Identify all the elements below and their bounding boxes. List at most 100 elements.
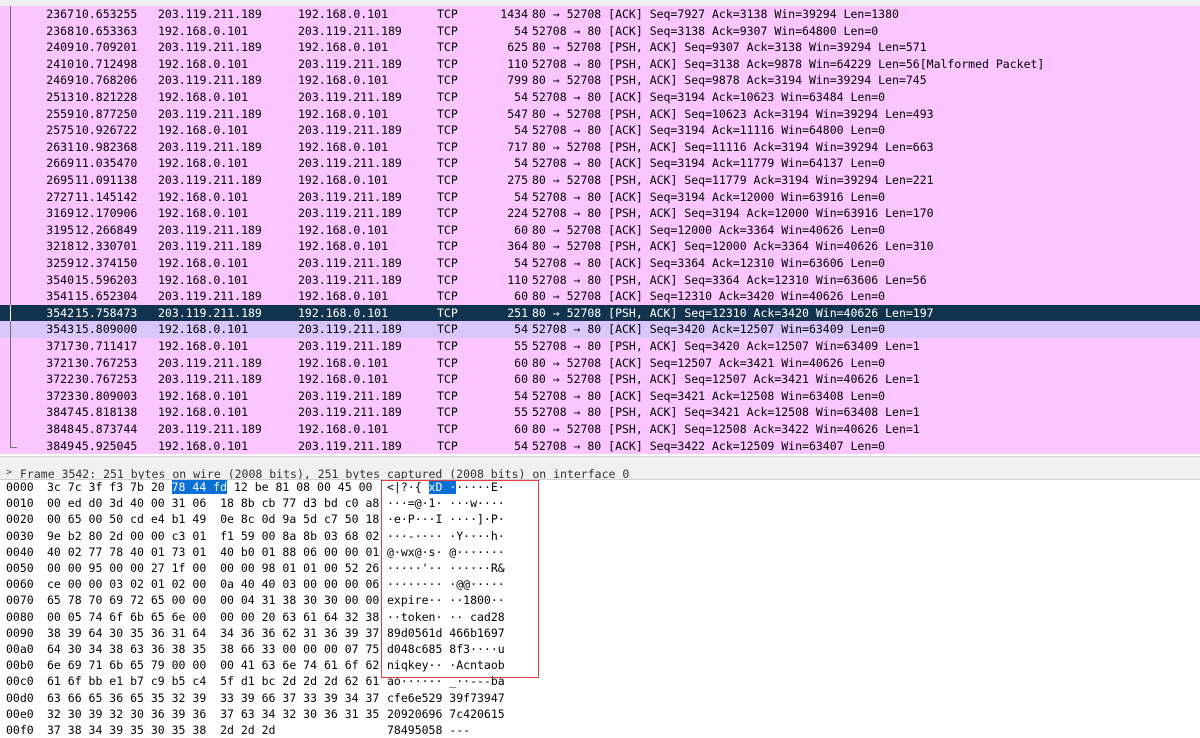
packet-source: 192.168.0.101 — [158, 156, 249, 171]
hex-bytes[interactable]: 00 05 74 6f 6b 65 6e 00 00 00 20 63 61 6… — [47, 609, 379, 625]
packet-info: 52708 → 80 [PSH, ACK] Seq=3364 Ack=12310… — [532, 272, 927, 287]
packet-destination: 192.168.0.101 — [298, 372, 389, 387]
packet-info: 80 → 52708 [PSH, ACK] Seq=9878 Ack=3194 … — [532, 73, 927, 88]
packet-destination: 203.119.211.189 — [298, 206, 402, 221]
ascii-bytes[interactable]: 20920696 7c420615 — [387, 706, 547, 722]
packet-destination: 203.119.211.189 — [298, 322, 402, 337]
packet-row[interactable]: 3259 12.374150 192.168.0.101 203.119.211.18… — [0, 255, 1200, 272]
packet-number: 2409 — [46, 40, 74, 55]
packet-length: 224 — [507, 206, 528, 221]
packet-info: 80 → 52708 [PSH, ACK] Seq=12507 Ack=3421… — [532, 372, 920, 387]
hex-bytes[interactable]: 37 38 34 39 35 30 35 38 2d 2d 2d — [47, 722, 367, 738]
packet-protocol: TCP — [437, 388, 458, 403]
packet-row[interactable]: 3218 12.330701 203.119.211.189 192.168.0.10… — [0, 238, 1200, 255]
packet-length: 54 — [514, 322, 528, 337]
hex-bytes[interactable]: 40 02 77 78 40 01 73 01 40 b0 01 88 06 0… — [47, 544, 379, 560]
packet-row[interactable]: 2575 10.926722 192.168.0.101 203.119.211.18… — [0, 122, 1200, 139]
packet-time: 10.768206 — [75, 73, 138, 88]
packet-row[interactable]: 2367 10.653255 203.119.211.189 192.168.0.10… — [0, 6, 1200, 23]
packet-time: 12.374150 — [75, 256, 138, 270]
packet-time: 10.982368 — [75, 139, 138, 154]
packet-row[interactable]: 3717 30.711417 192.168.0.101 203.119.211.18… — [0, 338, 1200, 355]
byte-offset: 0060 — [6, 577, 34, 592]
hex-bytes[interactable]: ce 00 00 03 02 01 02 00 0a 40 40 03 00 0… — [47, 576, 379, 592]
packet-time: 12.170906 — [75, 206, 138, 221]
packet-source: 203.119.211.189 — [158, 422, 262, 436]
packet-destination: 203.119.211.189 — [298, 90, 402, 104]
packet-destination: 203.119.211.189 — [298, 156, 402, 171]
ascii-bytes[interactable]: 78495058 --- — [387, 722, 547, 738]
packet-number: 3849 — [46, 438, 74, 453]
packet-row[interactable]: 3722 30.767253 203.119.211.189 192.168.0.10… — [0, 371, 1200, 388]
packet-row[interactable]: 3543 15.809000 192.168.0.101 203.119.211.18… — [0, 321, 1200, 338]
packet-row[interactable]: 2469 10.768206 203.119.211.189 192.168.0.10… — [0, 72, 1200, 89]
hex-bytes[interactable]: 38 39 64 30 35 36 31 64 34 36 36 62 31 3… — [47, 625, 379, 641]
packet-row[interactable]: 2559 10.877250 203.119.211.189 192.168.0.10… — [0, 105, 1200, 123]
packet-row[interactable]: 2409 10.709201 203.119.211.189 192.168.0.10… — [0, 39, 1200, 56]
packet-source: 192.168.0.101 — [158, 272, 249, 287]
packet-info: 80 → 52708 [ACK] Seq=12000 Ack=3364 Win=… — [532, 222, 886, 237]
packet-row[interactable]: 2631 10.982368 203.119.211.189 192.168.0.10… — [0, 138, 1200, 156]
packet-destination: 192.168.0.101 — [298, 73, 389, 88]
packet-time: 10.653363 — [75, 23, 138, 38]
byte-offset: 0080 — [6, 609, 34, 624]
packet-protocol: TCP — [437, 23, 458, 38]
byte-offset: 0040 — [6, 544, 34, 559]
packet-row[interactable]: 2513 10.821228 192.168.0.101 203.119.211.18… — [0, 89, 1200, 106]
packet-list[interactable]: 2367 10.653255 203.119.211.189 192.168.0.10… — [0, 0, 1200, 456]
hex-bytes[interactable]: 00 65 00 50 cd e4 b1 49 0e 8c 0d 9a 5d c… — [47, 511, 379, 527]
hex-bytes[interactable]: 65 78 70 69 72 65 00 00 00 04 31 38 30 3… — [47, 592, 379, 608]
expand-arrow-icon[interactable]: > — [6, 467, 12, 478]
ascii-bytes[interactable]: cfe6e529 39f73947 — [387, 690, 547, 706]
packet-protocol: TCP — [437, 239, 458, 254]
hex-bytes[interactable]: 64 30 34 38 63 36 38 35 38 66 33 00 00 0… — [47, 641, 379, 657]
hex-bytes[interactable]: 9e b2 80 2d 00 00 c3 01 f1 59 00 8a 8b 0… — [47, 528, 379, 544]
packet-destination: 192.168.0.101 — [298, 222, 389, 237]
hex-bytes[interactable]: 61 6f bb e1 b7 c9 b5 c4 5f d1 bc 2d 2d 2… — [47, 673, 379, 689]
packet-source: 203.119.211.189 — [158, 222, 262, 237]
packet-row[interactable]: 2368 10.653363 192.168.0.101 203.119.211.18… — [0, 22, 1200, 40]
packet-row[interactable]: 2695 11.091138 203.119.211.189 192.168.0.10… — [0, 172, 1200, 189]
packet-protocol: TCP — [437, 355, 458, 370]
hex-bytes[interactable]: 00 ed d0 3d 40 00 31 06 18 8b cb 77 d3 b… — [47, 495, 379, 511]
packet-row[interactable]: 3542 15.758473 203.119.211.189 192.168.0.10… — [0, 304, 1200, 322]
hex-bytes[interactable]: 3c 7c 3f f3 7b 20 78 44 fd 12 be 81 08 0… — [47, 479, 372, 495]
packet-info: 52708 → 80 [ACK] Seq=3422 Ack=12509 Win=… — [532, 438, 886, 453]
packet-bytes-pane[interactable]: 0000 3c 7c 3f f3 7b 20 78 44 fd 12 be 81 … — [0, 478, 1200, 737]
packet-length: 60 — [514, 372, 528, 387]
packet-row[interactable]: 3723 30.809003 192.168.0.101 203.119.211.18… — [0, 387, 1200, 405]
packet-row[interactable]: 3541 15.652304 203.119.211.189 192.168.0.10… — [0, 288, 1200, 305]
packet-number: 3543 — [46, 322, 74, 337]
hex-bytes[interactable]: 6e 69 71 6b 65 79 00 00 00 41 63 6e 74 6… — [47, 657, 379, 673]
hex-bytes[interactable]: 00 00 95 00 00 27 1f 00 00 00 98 01 01 0… — [47, 560, 379, 576]
packet-length: 1434 — [500, 7, 528, 21]
packet-length: 54 — [514, 90, 528, 104]
packet-number: 3542 — [46, 305, 74, 320]
packet-time: 45.873744 — [75, 422, 138, 436]
packet-row[interactable]: 3540 15.596203 192.168.0.101 203.119.211.18… — [0, 271, 1200, 289]
packet-row[interactable]: 2727 11.145142 192.168.0.101 203.119.211.18… — [0, 188, 1200, 206]
packet-row[interactable]: 3848 45.873744 203.119.211.189 192.168.0.10… — [0, 421, 1200, 438]
packet-row[interactable]: 2669 11.035470 192.168.0.101 203.119.211.18… — [0, 155, 1200, 172]
packet-protocol: TCP — [437, 372, 458, 387]
packet-details-pane[interactable]: > Frame 3542: 251 bytes on wire (2008 bi… — [0, 456, 1200, 480]
packet-row[interactable]: 3721 30.767253 203.119.211.189 192.168.0.10… — [0, 354, 1200, 372]
packet-row[interactable]: 3847 45.818138 192.168.0.101 203.119.211.18… — [0, 404, 1200, 421]
packet-source: 192.168.0.101 — [158, 56, 249, 71]
byte-offset: 0090 — [6, 625, 34, 640]
packet-row[interactable]: 3169 12.170906 192.168.0.101 203.119.211.18… — [0, 205, 1200, 222]
packet-row[interactable]: 2410 10.712498 192.168.0.101 203.119.211.18… — [0, 55, 1200, 73]
packet-protocol: TCP — [437, 40, 458, 55]
byte-offset: 00c0 — [6, 674, 34, 689]
packet-info: 80 → 52708 [PSH, ACK] Seq=11116 Ack=3194… — [532, 139, 934, 154]
packet-row[interactable]: 3195 12.266849 203.119.211.189 192.168.0.10… — [0, 221, 1200, 239]
packet-source: 192.168.0.101 — [158, 90, 249, 104]
packet-protocol: TCP — [437, 405, 458, 420]
packet-info: 80 → 52708 [PSH, ACK] Seq=12310 Ack=3420… — [532, 305, 934, 320]
packet-destination: 192.168.0.101 — [298, 40, 389, 55]
packet-length: 54 — [514, 156, 528, 171]
packet-row[interactable]: 3849 45.925045 192.168.0.101 203.119.211.18… — [0, 437, 1200, 455]
hex-bytes[interactable]: 32 30 39 32 30 36 39 36 37 63 34 32 30 3… — [47, 706, 379, 722]
hex-bytes[interactable]: 63 66 65 36 65 35 32 39 33 39 66 37 33 3… — [47, 690, 379, 706]
packet-protocol: TCP — [437, 156, 458, 171]
